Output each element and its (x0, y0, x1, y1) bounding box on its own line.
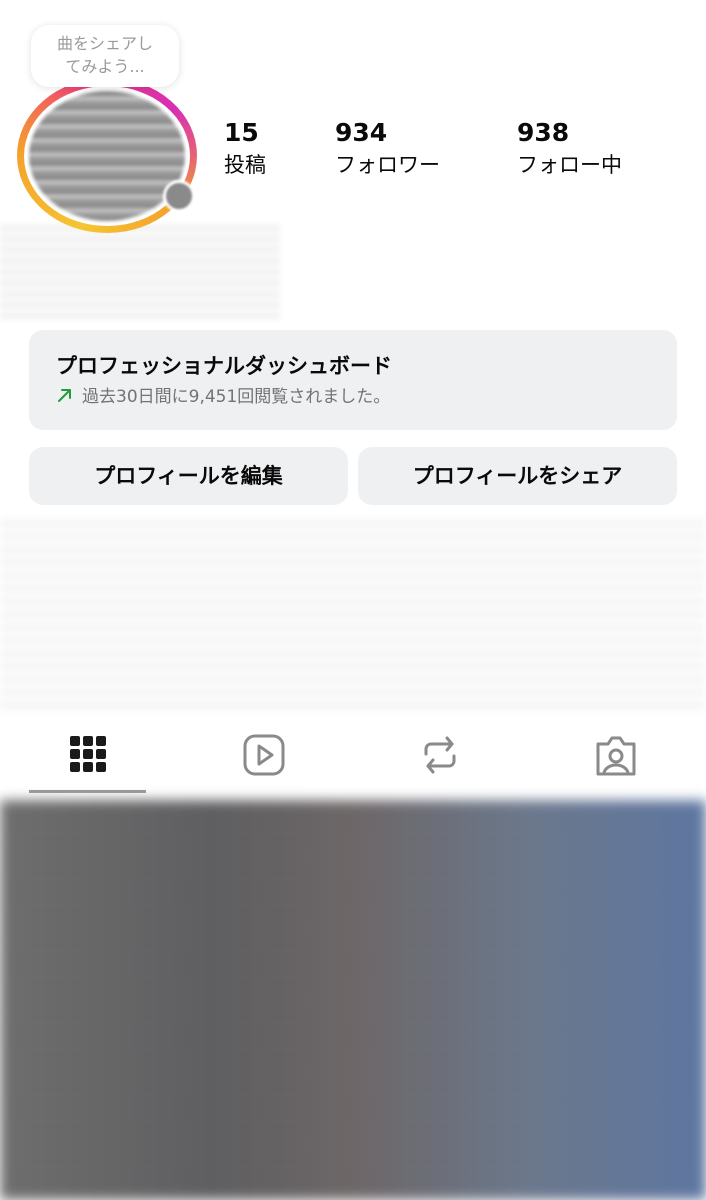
dashboard-title: プロフェッショナルダッシュボード (56, 354, 392, 378)
dashboard-subtitle-row: 過去30日間に9,451回閲覧されました。 (56, 384, 677, 410)
posts-stat[interactable]: 15 投稿 (224, 118, 266, 180)
followers-stat[interactable]: 934 フォロワー (335, 118, 440, 180)
following-stat[interactable]: 938 フォロー中 (517, 118, 622, 180)
avatar[interactable] (29, 91, 185, 221)
followers-label: フォロワー (335, 153, 440, 177)
profile-name-redacted (0, 225, 280, 320)
posts-count: 15 (224, 118, 259, 147)
note-text-line2: てみよう... (65, 57, 145, 76)
dashboard-subtitle: 過去30日間に9,451回閲覧されました。 (82, 387, 391, 407)
share-profile-button[interactable]: プロフィールをシェア (358, 447, 677, 505)
note-text-line1: 曲をシェアし (56, 34, 153, 53)
posts-grid-redacted (0, 800, 706, 1200)
trend-up-icon (58, 389, 71, 402)
tab-reposts[interactable] (418, 732, 462, 778)
edit-profile-button[interactable]: プロフィールを編集 (29, 447, 348, 505)
tab-tagged[interactable] (594, 732, 638, 778)
note-bubble[interactable]: 曲をシェアし てみよう... (31, 25, 179, 87)
following-label: フォロー中 (517, 153, 622, 177)
tab-reels[interactable] (242, 732, 286, 778)
tagged-icon (596, 736, 636, 776)
repost-icon (424, 736, 456, 774)
selected-tab-indicator (29, 790, 146, 793)
grid-icon (70, 736, 106, 772)
highlights-redacted (0, 520, 706, 710)
following-count: 938 (517, 118, 570, 147)
tab-posts-grid[interactable] (66, 732, 110, 778)
followers-count: 934 (335, 118, 388, 147)
reels-icon (243, 734, 285, 776)
professional-dashboard[interactable]: プロフェッショナルダッシュボード 過去30日間に9,451回閲覧されました。 (29, 330, 677, 430)
posts-label: 投稿 (224, 153, 266, 177)
add-story-icon[interactable] (163, 180, 195, 212)
